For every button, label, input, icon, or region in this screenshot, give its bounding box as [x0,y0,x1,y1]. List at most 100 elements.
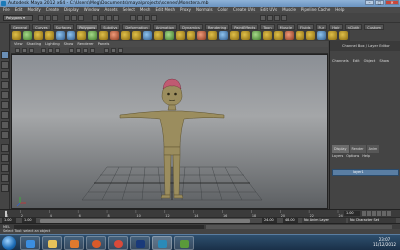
maximize-button[interactable]: □ [375,0,384,5]
snap-plane-icon[interactable] [113,15,119,21]
step-forward-icon[interactable] [382,211,386,216]
shelf-tool-icon[interactable] [328,31,338,40]
go-to-start-icon[interactable] [362,211,366,216]
taskbar-ie[interactable] [20,236,40,250]
show-manipulator-icon[interactable] [1,131,9,139]
select-component-icon[interactable] [78,15,84,21]
move-tool-icon[interactable] [1,81,9,89]
wireframe-icon[interactable] [69,48,74,53]
attribute-editor-icon[interactable] [267,15,273,21]
shadows-icon[interactable] [104,48,109,53]
layers-menu[interactable]: Layers [332,154,343,158]
taskbar-app[interactable] [174,236,194,250]
system-clock[interactable]: 23:07 11/12/2012 [373,237,396,247]
shelf-tool-icon[interactable] [241,31,250,40]
render-settings-icon[interactable] [151,15,157,21]
close-button[interactable]: ✕ [385,0,399,5]
lasso-tool-icon[interactable] [1,61,9,69]
render-frame-icon[interactable] [137,15,143,21]
shelf-tool-icon[interactable] [339,31,349,40]
shelf-tool-icon[interactable] [142,31,152,40]
paint-select-tool-icon[interactable] [1,71,9,79]
shelf-tool-icon[interactable] [131,31,141,40]
new-scene-icon[interactable] [38,15,44,21]
snap-curve-icon[interactable] [99,15,105,21]
layout-side-by-side-icon[interactable] [1,164,9,172]
textured-icon[interactable] [83,48,88,53]
snap-point-icon[interactable] [106,15,112,21]
shelf-tool-icon[interactable] [197,31,207,40]
select-hierarchy-icon[interactable] [64,15,70,21]
shelf-tab-custom[interactable]: Custom [364,24,385,30]
shelf-tool-icon[interactable] [77,31,87,40]
shelf-tool-icon[interactable] [273,31,283,40]
smooth-shade-icon[interactable] [76,48,81,53]
snap-grid-icon[interactable] [92,15,98,21]
shelf-tool-icon[interactable] [295,31,305,40]
taskbar-firefox[interactable] [86,236,106,250]
minimize-button[interactable]: – [365,0,374,5]
shelf-tool-icon[interactable] [153,31,163,40]
shelf-tool-icon[interactable] [317,31,327,40]
camera-attributes-icon[interactable] [22,48,27,53]
use-lights-icon[interactable] [90,48,95,53]
layer-help-menu[interactable]: Help [362,154,370,158]
shelf-tool-icon[interactable] [186,31,196,40]
perspective-viewport[interactable] [11,54,328,209]
select-object-icon[interactable] [71,15,77,21]
scale-tool-icon[interactable] [1,101,9,109]
taskbar-media[interactable] [64,236,84,250]
taskbar-photoshop[interactable] [130,236,150,250]
channels-menu[interactable]: Channels [332,59,349,63]
shelf-tool-icon[interactable] [66,31,76,40]
shelf-tool-icon[interactable] [110,31,120,40]
shelf-tool-icon[interactable] [33,31,43,40]
current-frame-field[interactable]: 1.00 [344,211,360,216]
camera-select-icon[interactable] [15,48,20,53]
isolate-select-icon[interactable] [118,48,123,53]
sidebar-toggle-icon[interactable] [260,15,266,21]
shelf-tool-icon[interactable] [55,31,65,40]
layout-four-pane-icon[interactable] [1,154,9,162]
select-tool-icon[interactable] [1,51,9,59]
shelf-tool-icon[interactable] [22,31,32,40]
layout-single-pane-icon[interactable] [1,144,9,152]
universal-manipulator-icon[interactable] [1,111,9,119]
shelf-tool-icon[interactable] [251,31,261,40]
play-backward-icon[interactable] [372,211,376,216]
channel-edit-menu[interactable]: Edit [353,59,360,63]
shelf-tool-icon[interactable] [262,31,272,40]
go-to-end-icon[interactable] [387,211,391,216]
tool-settings-icon[interactable] [274,15,280,21]
shelf-tool-icon[interactable] [219,31,229,40]
step-back-icon[interactable] [367,211,371,216]
tab-display-layers[interactable]: Display [332,145,349,153]
start-button[interactable] [2,236,16,250]
shelf-tool-icon[interactable] [44,31,54,40]
shelf-tool-icon[interactable] [306,31,316,40]
layer-options-menu[interactable]: Options [346,154,359,158]
soft-mod-tool-icon[interactable] [1,121,9,129]
menu-set-dropdown[interactable]: Polygons ▾ [3,15,33,21]
open-scene-icon[interactable] [45,15,51,21]
ipr-render-icon[interactable] [144,15,150,21]
tab-anim-layers[interactable]: Anim [366,145,380,153]
save-scene-icon[interactable] [52,15,58,21]
shelf-tool-icon[interactable] [164,31,174,40]
shelf-tool-icon[interactable] [230,31,240,40]
shelf-tool-icon[interactable] [88,31,98,40]
rotate-tool-icon[interactable] [1,91,9,99]
taskbar-chrome[interactable] [108,236,128,250]
film-gate-icon[interactable] [48,48,53,53]
grid-toggle-icon[interactable] [41,48,46,53]
xray-icon[interactable] [111,48,116,53]
taskbar-explorer[interactable] [42,236,62,250]
time-slider[interactable]: 1 2 4 6 8 10 12 14 16 18 20 22 24 1.00 [0,209,400,218]
shelf-tool-icon[interactable] [12,31,21,40]
layer-row[interactable]: layer1 [332,169,399,176]
tab-render-layers[interactable]: Render [349,145,366,153]
shelf-tool-icon[interactable] [175,31,185,40]
shelf-tool-icon[interactable] [121,31,130,40]
shelf-tool-icon[interactable] [208,31,218,40]
channel-show-menu[interactable]: Show [379,59,389,63]
